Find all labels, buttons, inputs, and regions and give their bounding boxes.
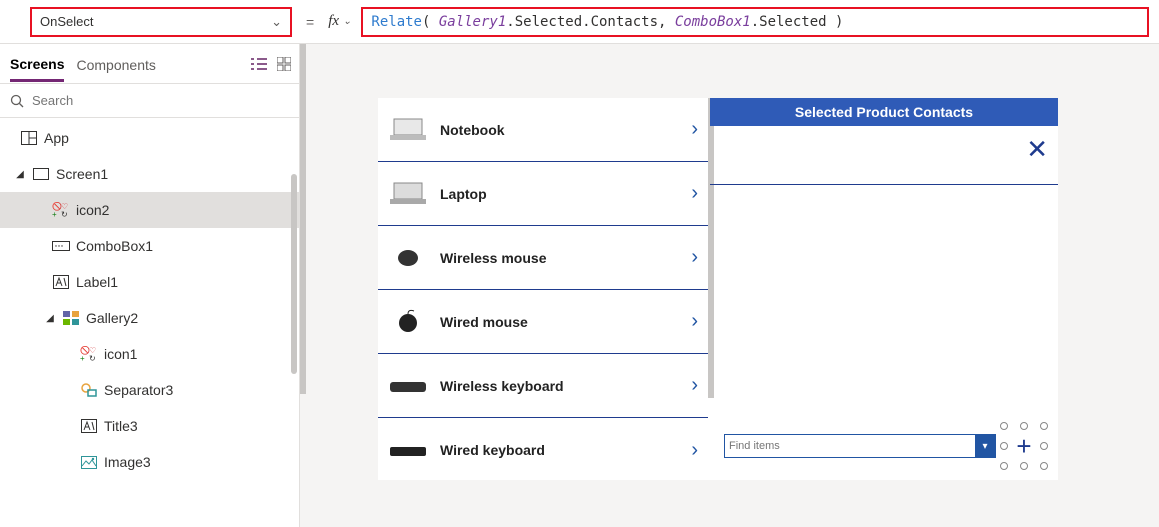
chevron-right-icon[interactable]: › <box>691 310 698 333</box>
label-icon <box>80 418 98 434</box>
tree-node-label1[interactable]: Label1 <box>0 264 299 300</box>
chevron-down-icon: ⌄ <box>343 16 351 27</box>
scrollbar[interactable] <box>291 174 297 374</box>
svg-text:↻: ↻ <box>89 354 96 362</box>
tree-node-icon1[interactable]: 🚫♡+↻ icon1 <box>0 336 299 372</box>
canvas-area[interactable]: Notebook › Laptop › Wireless mouse › Wir… <box>300 44 1159 527</box>
grid-view-icon[interactable] <box>277 57 291 71</box>
tree-node-gallery2[interactable]: ◢ Gallery2 <box>0 300 299 336</box>
tab-components[interactable]: Components <box>76 47 155 80</box>
tree-node-screen1[interactable]: ◢ Screen1 <box>0 156 299 192</box>
list-view-icon[interactable] <box>251 57 267 71</box>
collapse-icon[interactable]: ◢ <box>44 313 56 324</box>
product-image-wireless-mouse <box>388 244 428 272</box>
close-icon[interactable]: ✕ <box>1026 134 1048 165</box>
formula-bar: OnSelect ⌄ = fx ⌄ Relate( Gallery1.Selec… <box>0 0 1159 44</box>
tree-view-panel: Screens Components App ◢ <box>0 44 300 527</box>
tree-node-separator3[interactable]: Separator3 <box>0 372 299 408</box>
property-dropdown[interactable]: OnSelect ⌄ <box>30 7 292 37</box>
svg-text:+: + <box>80 354 85 362</box>
property-name: OnSelect <box>40 14 93 29</box>
product-image-notebook <box>388 116 428 144</box>
tree-node-app[interactable]: App <box>0 120 299 156</box>
tree-node-title3[interactable]: Title3 <box>0 408 299 444</box>
screen-icon <box>32 166 50 182</box>
chevron-right-icon[interactable]: › <box>691 246 698 269</box>
panel-tabs: Screens Components <box>0 44 299 84</box>
chevron-down-icon[interactable]: ▾ <box>975 434 995 458</box>
plus-icon: + <box>1016 431 1031 462</box>
svg-text:+: + <box>52 210 57 218</box>
gallery-icon <box>62 310 80 326</box>
search-icon <box>10 94 24 108</box>
gallery-row[interactable]: Wired mouse › <box>378 290 708 354</box>
search-input[interactable] <box>32 93 289 108</box>
app-icon <box>20 130 38 146</box>
image-icon <box>80 454 98 470</box>
chevron-right-icon[interactable]: › <box>691 118 698 141</box>
gallery-row[interactable]: Wireless mouse › <box>378 226 708 290</box>
formula-input[interactable]: Relate( Gallery1.Selected.Contacts, Comb… <box>361 7 1149 37</box>
combobox-find-items[interactable]: Find items ▾ <box>724 434 996 458</box>
separator-line <box>710 184 1058 185</box>
product-image-laptop <box>388 180 428 208</box>
product-image-wired-mouse <box>388 308 428 336</box>
svg-text:↻: ↻ <box>61 210 68 218</box>
gallery-row[interactable]: Notebook › <box>378 98 708 162</box>
scrollbar[interactable] <box>300 44 306 394</box>
tab-screens[interactable]: Screens <box>10 46 64 82</box>
fx-button[interactable]: fx ⌄ <box>328 13 351 30</box>
tree-node-image3[interactable]: Image3 <box>0 444 299 480</box>
gallery-row[interactable]: Wireless keyboard › <box>378 354 708 418</box>
chevron-right-icon[interactable]: › <box>691 182 698 205</box>
chevron-down-icon: ⌄ <box>271 14 282 30</box>
gallery-control[interactable]: Notebook › Laptop › Wireless mouse › Wir… <box>378 98 710 480</box>
tree-view: App ◢ Screen1 🚫♡+↻ icon2 ComboBox1 Label… <box>0 118 299 527</box>
gallery-row[interactable]: Laptop › <box>378 162 708 226</box>
cancel-heart-icon: 🚫♡+↻ <box>80 346 98 362</box>
search-row <box>0 84 299 118</box>
combobox-icon <box>52 238 70 254</box>
label-icon <box>52 274 70 290</box>
app-preview: Notebook › Laptop › Wireless mouse › Wir… <box>378 98 1058 480</box>
product-image-wireless-keyboard <box>388 372 428 400</box>
product-image-wired-keyboard <box>388 436 428 464</box>
equals-sign: = <box>302 14 318 30</box>
add-icon-selected[interactable]: + <box>1004 426 1044 466</box>
chevron-right-icon[interactable]: › <box>691 374 698 397</box>
chevron-right-icon[interactable]: › <box>691 439 698 462</box>
gallery-row[interactable]: Wired keyboard › <box>378 418 708 482</box>
collapse-icon[interactable]: ◢ <box>14 169 26 180</box>
tree-node-icon2[interactable]: 🚫♡+↻ icon2 <box>0 192 299 228</box>
separator-icon <box>80 382 98 398</box>
contacts-header: Selected Product Contacts <box>710 98 1058 126</box>
contacts-panel: Selected Product Contacts ✕ Find items ▾ <box>710 98 1058 480</box>
cancel-heart-icon: 🚫♡+↻ <box>52 202 70 218</box>
tree-node-combobox1[interactable]: ComboBox1 <box>0 228 299 264</box>
